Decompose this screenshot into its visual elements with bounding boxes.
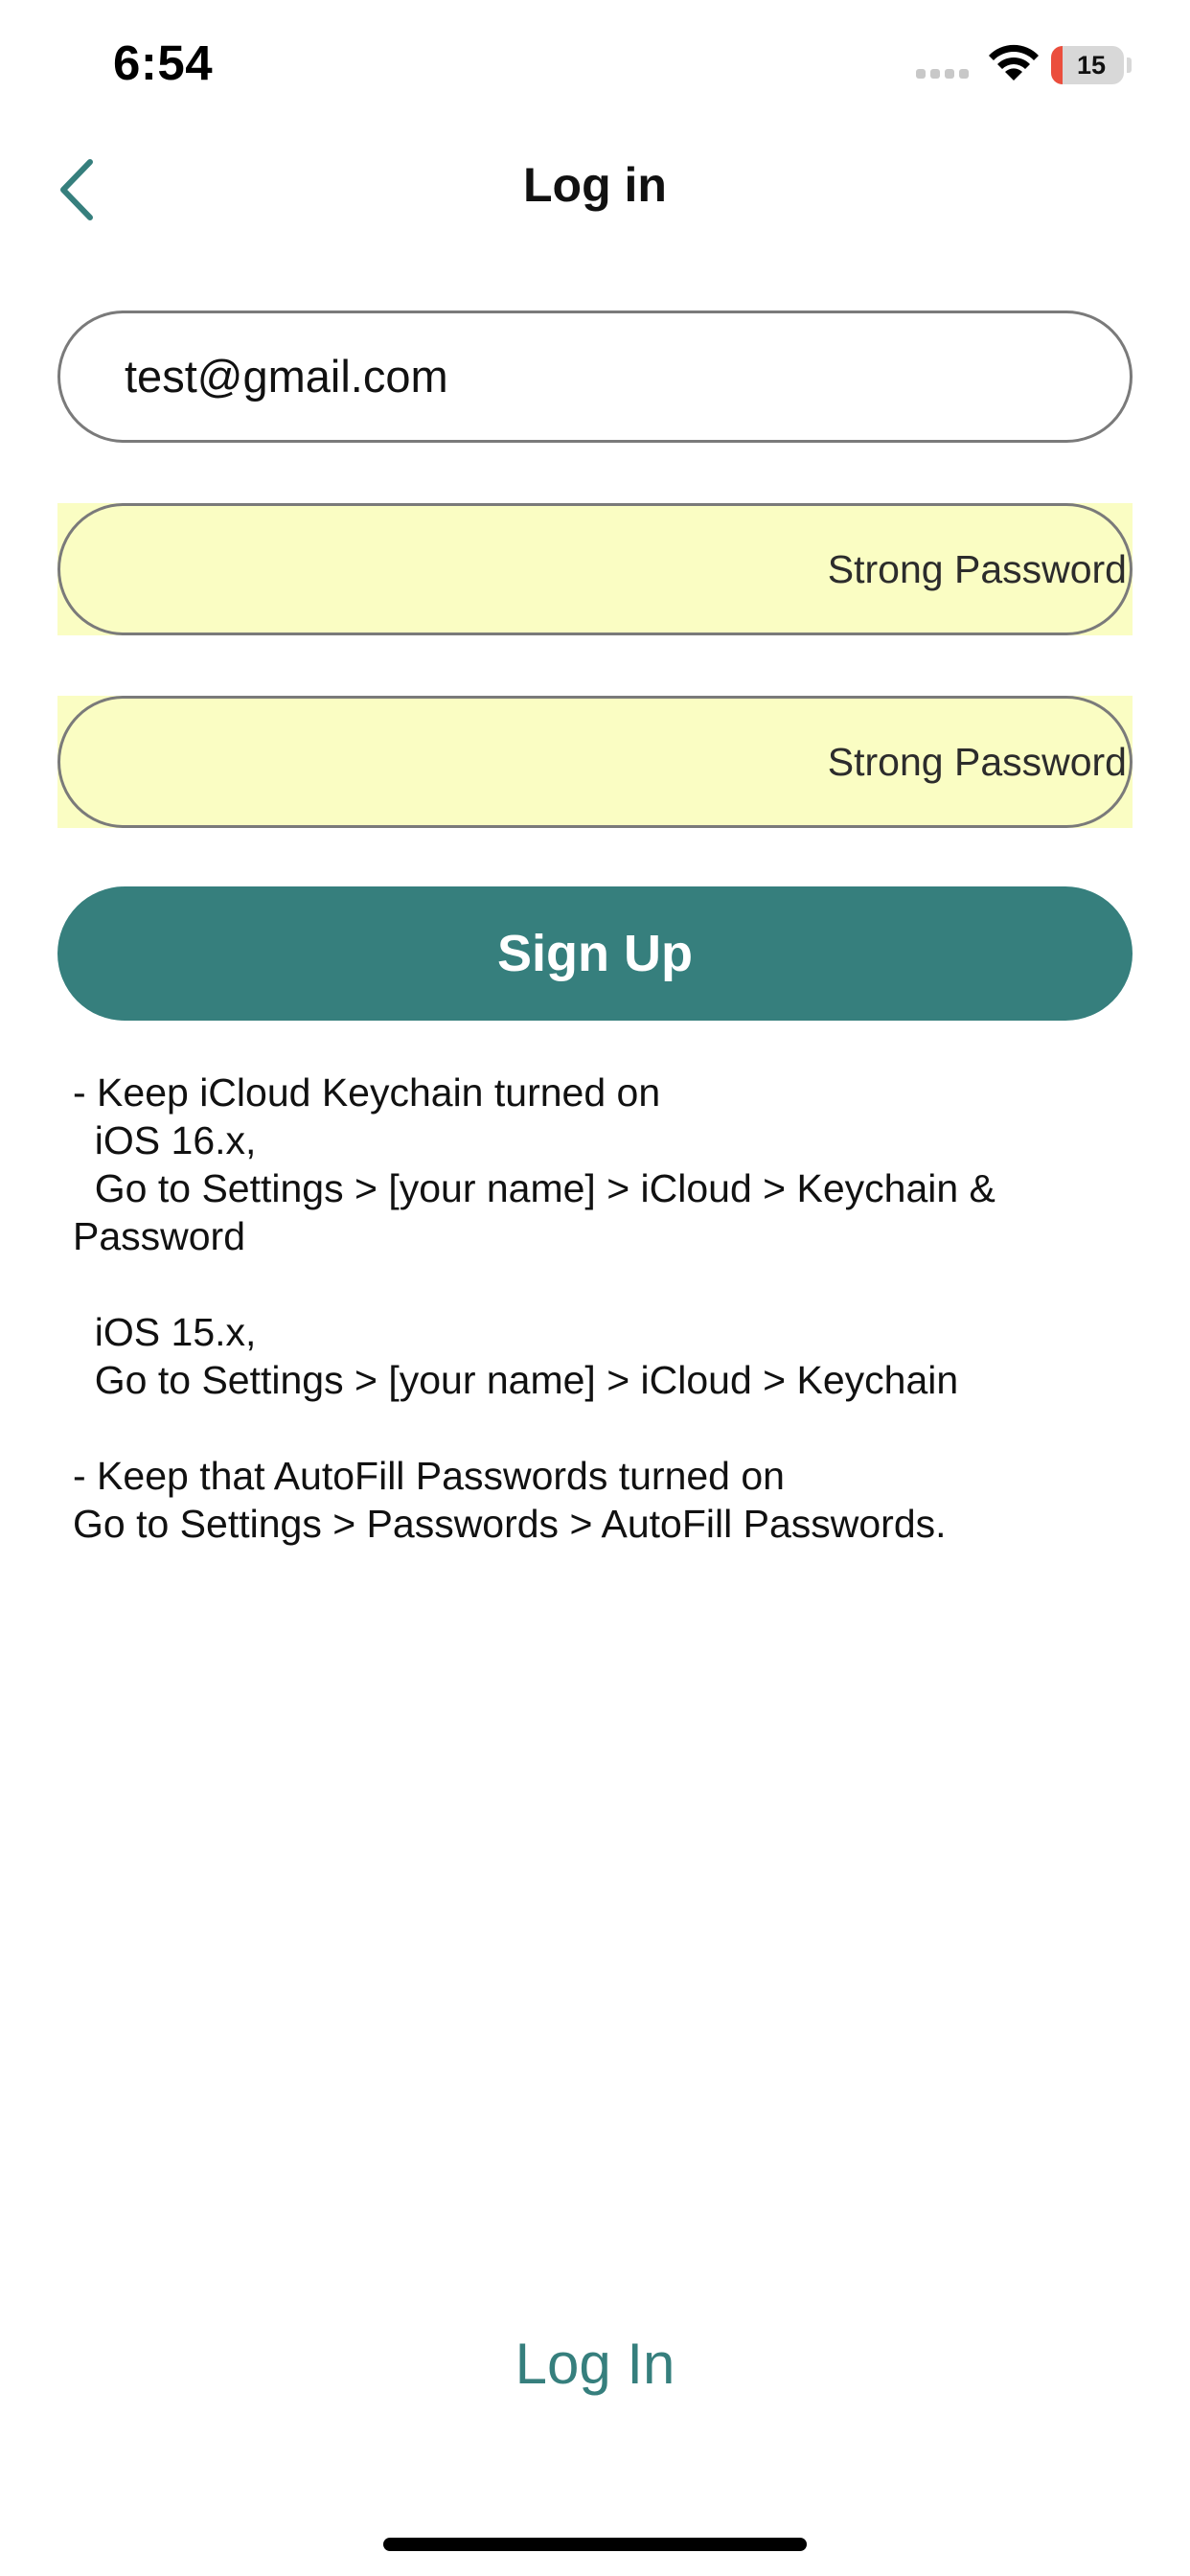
signal-icon [916, 69, 969, 79]
email-field[interactable]: test@gmail.com [57, 310, 1133, 443]
status-bar: 6:54 15 [0, 0, 1190, 134]
battery-icon: 15 [1051, 46, 1124, 84]
battery-nub [1127, 58, 1132, 73]
password-strong-label: Strong Password [827, 547, 1127, 591]
log-in-link[interactable]: Log In [0, 2331, 1190, 2397]
confirm-password-field-wrapper: Strong Password [57, 696, 1133, 828]
sign-up-button[interactable]: Sign Up [57, 886, 1133, 1021]
battery-level: 15 [1076, 51, 1107, 80]
password-field-wrapper: Strong Password [57, 503, 1133, 635]
keychain-instructions: - Keep iCloud Keychain turned on iOS 16.… [73, 1070, 995, 1546]
status-time: 6:54 [113, 35, 214, 90]
home-indicator [383, 2538, 807, 2551]
wifi-icon [989, 44, 1039, 80]
confirm-password-strong-label: Strong Password [827, 740, 1127, 784]
page-title: Log in [523, 158, 667, 212]
password-field[interactable]: Strong Password [57, 503, 1133, 635]
confirm-password-field[interactable]: Strong Password [57, 696, 1133, 828]
